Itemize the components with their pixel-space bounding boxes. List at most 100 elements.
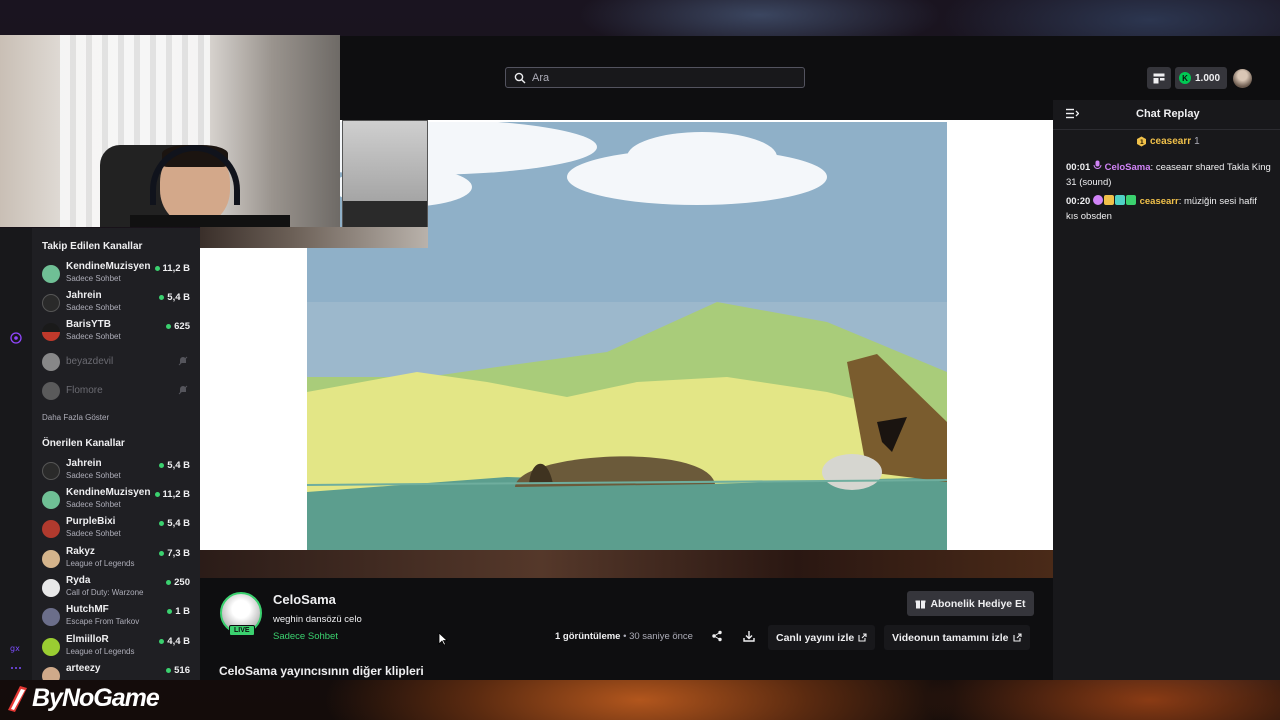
- external-link-icon: [858, 633, 867, 642]
- download-icon[interactable]: [743, 630, 755, 642]
- live-dot-icon: [154, 266, 160, 271]
- recommended-channel-item[interactable]: arteezy 516: [42, 663, 190, 680]
- meta-separator: •: [623, 631, 627, 642]
- player-controls-bar[interactable]: [200, 550, 1053, 578]
- channel-category: Escape From Tarkov: [66, 617, 140, 626]
- channel-name: Jahrein: [66, 458, 102, 469]
- channel-avatar: [42, 353, 60, 371]
- clip-title: weghin dansözü celo: [273, 614, 362, 625]
- viewer-count: 4,4 B: [159, 636, 190, 647]
- search-input[interactable]: [532, 71, 792, 84]
- followed-channel-item[interactable]: BarisYTB Sadece Sohbet 625: [42, 319, 190, 347]
- channel-avatar: [42, 638, 60, 656]
- channel-avatar: [42, 608, 60, 626]
- chat-message: 00:01 CeloSama: ceasearr shared Takla Ki…: [1066, 160, 1271, 188]
- viewer-count: 5,4 B: [159, 460, 190, 471]
- clip-category-link[interactable]: Sadece Sohbet: [273, 631, 338, 642]
- compass-icon[interactable]: [10, 332, 22, 344]
- channel-avatar: [42, 491, 60, 509]
- channel-category: Call of Duty: Warzone: [66, 588, 144, 597]
- crown-badge-icon: [1103, 195, 1114, 205]
- user-avatar[interactable]: [1233, 69, 1252, 88]
- followed-channel-item[interactable]: beyazdevil: [42, 349, 190, 377]
- followed-channels-heading: Takip Edilen Kanallar: [42, 241, 143, 252]
- live-dot-icon: [159, 551, 165, 556]
- channel-avatar: [42, 520, 60, 538]
- channel-name: Jahrein: [66, 290, 102, 301]
- gift-badge-icon: [1114, 195, 1125, 205]
- top-gifter-name: ceasearr: [1150, 136, 1192, 147]
- logo-text: ByNoGame: [32, 684, 160, 712]
- viewer-count: 1 B: [167, 606, 190, 617]
- layout-toggle-button[interactable]: [1147, 67, 1171, 89]
- recommended-channel-item[interactable]: Rakyz League of Legends 7,3 B: [42, 546, 190, 574]
- channel-category: League of Legends: [66, 559, 135, 568]
- viewer-count: 516: [166, 665, 190, 676]
- collapse-chat-icon[interactable]: [1066, 108, 1079, 119]
- points-value: 1.000: [1195, 72, 1221, 84]
- recommended-channel-item[interactable]: Jahrein Sadece Sohbet 5,4 B: [42, 458, 190, 486]
- microphone-badge-icon: [1093, 160, 1102, 169]
- live-dot-icon: [159, 463, 165, 468]
- search-box[interactable]: [505, 67, 805, 88]
- channel-category: Sadece Sohbet: [66, 303, 121, 312]
- time-ago: 30 saniye önce: [629, 631, 693, 642]
- watch-full-video-button[interactable]: Videonun tamamını izle: [884, 625, 1030, 650]
- watch-full-video-label: Videonun tamamını izle: [892, 631, 1009, 644]
- channel-category: Sadece Sohbet: [66, 332, 121, 341]
- more-dots-icon[interactable]: [10, 662, 22, 674]
- channel-category: League of Legends: [66, 647, 135, 656]
- followed-channel-item[interactable]: KendineMuzisyen Sadece Sohbet 11,2 B: [42, 261, 190, 289]
- channel-name: KendineMuzisyen: [66, 487, 151, 498]
- watch-live-button[interactable]: Canlı yayını izle: [768, 625, 876, 650]
- live-dot-icon: [159, 639, 165, 644]
- recommended-channel-item[interactable]: ElmiilloR League of Legends 4,4 B: [42, 634, 190, 662]
- channel-category: Sadece Sohbet: [66, 500, 121, 509]
- channel-points-button[interactable]: K 1.000: [1175, 67, 1227, 89]
- live-dot-icon: [166, 668, 172, 673]
- channel-name: beyazdevil: [66, 356, 114, 367]
- channel-avatar: [42, 579, 60, 597]
- channel-avatar: [42, 265, 60, 283]
- bynogame-logo-icon: [8, 685, 27, 712]
- layout-icon: [1153, 73, 1165, 83]
- bynogame-logo: ByNoGame: [6, 684, 160, 713]
- show-more-link[interactable]: Daha Fazla Göster: [42, 413, 109, 422]
- viewer-count: 5,4 B: [159, 518, 190, 529]
- message-timestamp: 00:20: [1066, 196, 1091, 207]
- viewer-count: 11,2 B: [154, 489, 190, 500]
- subscriber-badge-icon: [1092, 195, 1103, 205]
- channel-avatar: [42, 323, 60, 341]
- recommended-channel-item[interactable]: KendineMuzisyen Sadece Sohbet 11,2 B: [42, 487, 190, 515]
- live-dot-icon: [154, 492, 160, 497]
- gx-icon[interactable]: gx: [10, 642, 22, 654]
- share-icon[interactable]: [711, 630, 723, 642]
- recommended-channel-item[interactable]: HutchMF Escape From Tarkov 1 B: [42, 604, 190, 632]
- channel-name[interactable]: CeloSama: [273, 592, 336, 607]
- more-clips-heading: CeloSama yayıncısının diğer klipleri: [219, 664, 424, 678]
- followed-channel-item[interactable]: Flomore: [42, 378, 190, 406]
- message-username[interactable]: ceasearr: [1140, 196, 1179, 207]
- clip-meta: 1 görüntüleme • 30 saniye önce: [555, 631, 693, 642]
- recommended-channel-item[interactable]: Ryda Call of Duty: Warzone 250: [42, 575, 190, 603]
- top-gifter[interactable]: 1 ceasearr 1: [1136, 136, 1200, 147]
- gold-badge-icon: 1: [1137, 136, 1146, 147]
- channel-name: Rakyz: [66, 546, 95, 557]
- channel-category: Sadece Sohbet: [66, 529, 121, 538]
- sidebar-rail: gx: [0, 228, 32, 680]
- notifications-off-icon: [178, 356, 188, 366]
- external-link-icon: [1012, 633, 1022, 642]
- followed-channel-item[interactable]: Jahrein Sadece Sohbet 5,4 B: [42, 290, 190, 318]
- channel-avatar: [42, 462, 60, 480]
- message-username[interactable]: CeloSama: [1105, 162, 1151, 173]
- viewer-count: 11,2 B: [154, 263, 190, 274]
- recommended-channel-item[interactable]: PurpleBixi Sadece Sohbet 5,4 B: [42, 516, 190, 544]
- channel-name: Ryda: [66, 575, 91, 586]
- top-gifter-count: 1: [1194, 136, 1200, 147]
- channel-name: arteezy: [66, 663, 101, 674]
- gift-subscription-button[interactable]: Abonelik Hediye Et: [907, 591, 1034, 616]
- watch-live-label: Canlı yayını izle: [776, 631, 855, 644]
- channel-category: Sadece Sohbet: [66, 471, 121, 480]
- live-dot-icon: [167, 609, 173, 614]
- channel-name: PurpleBixi: [66, 516, 116, 527]
